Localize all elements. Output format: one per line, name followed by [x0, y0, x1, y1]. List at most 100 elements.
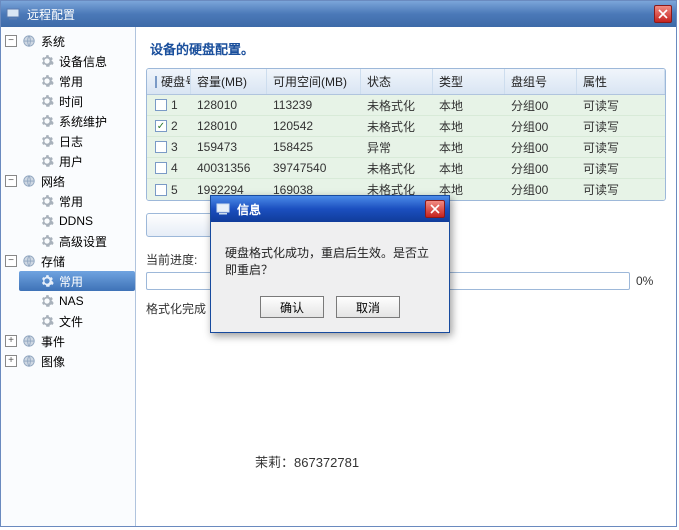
gear-icon	[39, 93, 55, 109]
dialog-title: 信息	[237, 201, 425, 218]
tree-node-设备信息[interactable]: 设备信息	[19, 51, 135, 71]
dialog-close-button[interactable]	[425, 200, 445, 218]
table-row[interactable]: 44003135639747540未格式化本地分组00可读写	[147, 158, 665, 179]
tree-label: 日志	[59, 133, 83, 150]
cell-status: 未格式化	[361, 95, 433, 116]
tree-node-用户[interactable]: 用户	[19, 151, 135, 171]
cell-attr: 可读写	[577, 95, 665, 116]
col-capacity: 容量(MB)	[191, 69, 267, 94]
tree-node-高级设置[interactable]: 高级设置	[19, 231, 135, 251]
tree-node-系统[interactable]: −系统	[1, 31, 135, 51]
globe-icon	[21, 333, 37, 349]
tree-node-NAS[interactable]: NAS	[19, 291, 135, 311]
cell-attr: 可读写	[577, 179, 665, 200]
hdd-no: 2	[171, 119, 178, 133]
gear-icon	[39, 313, 55, 329]
collapse-icon[interactable]: −	[5, 255, 17, 267]
cell-attr: 可读写	[577, 158, 665, 179]
globe-icon	[21, 253, 37, 269]
gear-icon	[39, 73, 55, 89]
row-checkbox[interactable]: ✓	[155, 120, 167, 132]
window-title: 远程配置	[27, 6, 654, 23]
tree-label: NAS	[59, 294, 84, 308]
tree-node-图像[interactable]: +图像	[1, 351, 135, 371]
cell-capacity: 40031356	[191, 159, 267, 177]
tree-node-事件[interactable]: + 事件	[1, 331, 135, 351]
tree-node-系统维护[interactable]: 系统维护	[19, 111, 135, 131]
tree-node-日志[interactable]: 日志	[19, 131, 135, 151]
window-titlebar: 远程配置	[1, 1, 676, 27]
tree-label: 高级设置	[59, 233, 107, 250]
row-checkbox[interactable]	[155, 162, 167, 174]
expand-icon[interactable]: +	[5, 355, 17, 367]
collapse-icon[interactable]: −	[5, 35, 17, 47]
col-group: 盘组号	[505, 69, 577, 94]
col-free: 可用空间(MB)	[267, 69, 361, 94]
info-dialog: 信息 硬盘格式化成功，重启后生效。是否立即重启？ 确认 取消	[210, 195, 450, 333]
tree-node-DDNS[interactable]: DDNS	[19, 211, 135, 231]
table-row[interactable]: ✓2128010120542未格式化本地分组00可读写	[147, 116, 665, 137]
cell-free: 158425	[267, 138, 361, 156]
cell-status: 异常	[361, 137, 433, 158]
tree-label: 用户	[59, 153, 83, 170]
tree-node-网络[interactable]: −网络	[1, 171, 135, 191]
dialog-cancel-button[interactable]: 取消	[336, 296, 400, 318]
sidebar-tree: −系统设备信息常用时间系统维护日志用户−网络常用DDNS高级设置−存储常用NAS…	[1, 27, 136, 526]
table-header: 硬盘号 容量(MB) 可用空间(MB) 状态 类型 盘组号 属性	[147, 69, 665, 95]
cell-free: 120542	[267, 117, 361, 135]
col-type: 类型	[433, 69, 505, 94]
col-attr: 属性	[577, 69, 665, 94]
dialog-titlebar: 信息	[211, 196, 449, 222]
tree-node-时间[interactable]: 时间	[19, 91, 135, 111]
row-checkbox[interactable]	[155, 184, 167, 196]
table-row[interactable]: 3159473158425异常本地分组00可读写	[147, 137, 665, 158]
hdd-table: 硬盘号 容量(MB) 可用空间(MB) 状态 类型 盘组号 属性 1128010…	[146, 68, 666, 201]
cell-attr: 可读写	[577, 137, 665, 158]
cell-group: 分组00	[505, 116, 577, 137]
cell-type: 本地	[433, 116, 505, 137]
tree-label: 文件	[59, 313, 83, 330]
tree-label: 常用	[59, 193, 83, 210]
tree-node-存储[interactable]: −存储	[1, 251, 135, 271]
tree-label: 时间	[59, 93, 83, 110]
row-checkbox[interactable]	[155, 141, 167, 153]
globe-icon	[21, 33, 37, 49]
row-checkbox[interactable]	[155, 99, 167, 111]
header-checkbox[interactable]	[155, 76, 157, 88]
collapse-icon[interactable]: −	[5, 175, 17, 187]
gear-icon	[39, 273, 55, 289]
dialog-icon	[215, 201, 231, 217]
hdd-no: 3	[171, 140, 178, 154]
col-status: 状态	[361, 69, 433, 94]
table-row[interactable]: 1128010113239未格式化本地分组00可读写	[147, 95, 665, 116]
tree-label: 事件	[41, 333, 65, 350]
cell-group: 分组00	[505, 95, 577, 116]
globe-icon	[21, 353, 37, 369]
tree-node-文件[interactable]: 文件	[19, 311, 135, 331]
cell-type: 本地	[433, 137, 505, 158]
cell-group: 分组00	[505, 158, 577, 179]
col-hdd-no: 硬盘号	[161, 73, 191, 90]
tree-label: DDNS	[59, 214, 93, 228]
gear-icon	[39, 133, 55, 149]
cell-attr: 可读写	[577, 116, 665, 137]
app-icon	[5, 6, 21, 22]
hdd-no: 4	[171, 161, 178, 175]
cell-capacity: 159473	[191, 138, 267, 156]
globe-icon	[21, 173, 37, 189]
cell-capacity: 128010	[191, 117, 267, 135]
dialog-ok-button[interactable]: 确认	[260, 296, 324, 318]
window-close-button[interactable]	[654, 5, 672, 23]
expand-icon[interactable]: +	[5, 335, 17, 347]
tree-node-常用[interactable]: 常用	[19, 191, 135, 211]
tree-node-常用[interactable]: 常用	[19, 271, 135, 291]
cell-capacity: 128010	[191, 96, 267, 114]
gear-icon	[39, 53, 55, 69]
tree-node-常用[interactable]: 常用	[19, 71, 135, 91]
cell-group: 分组00	[505, 179, 577, 200]
gear-icon	[39, 153, 55, 169]
gear-icon	[39, 213, 55, 229]
cell-free: 113239	[267, 96, 361, 114]
tree-label: 系统维护	[59, 113, 107, 130]
cell-free: 39747540	[267, 159, 361, 177]
